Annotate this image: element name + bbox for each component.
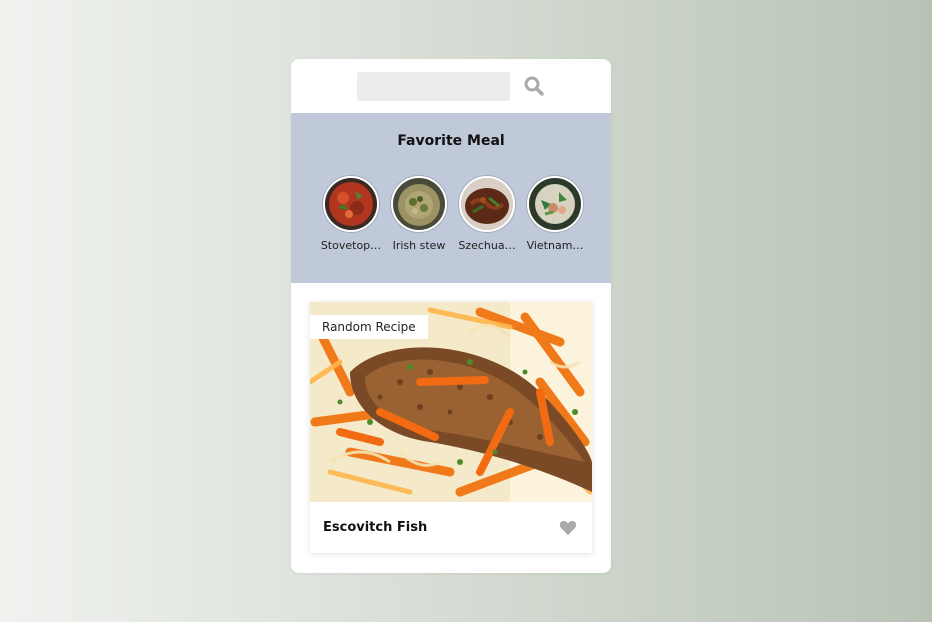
- heart-icon: [559, 520, 577, 535]
- search-input[interactable]: [356, 71, 510, 101]
- meal-app: Favorite Meal Stovetop… Irish stew Szech…: [291, 59, 611, 573]
- meal-thumbnail: [527, 176, 583, 232]
- favorite-item-label: Stovetop…: [320, 239, 382, 252]
- card-footer: Escovitch Fish: [310, 502, 592, 553]
- meal-thumbnail: [323, 176, 379, 232]
- meal-name: Escovitch Fish: [323, 520, 428, 535]
- favorite-item-stovetop[interactable]: Stovetop…: [319, 176, 383, 252]
- favorite-item-label: Vietnam…: [526, 239, 584, 252]
- random-recipe-card[interactable]: Random Recipe Escovitch Fish: [310, 302, 592, 553]
- header: [291, 59, 611, 113]
- favorite-item-label: Szechua…: [458, 239, 516, 252]
- random-recipe-badge: Random Recipe: [310, 315, 428, 339]
- favorite-button[interactable]: [558, 518, 578, 538]
- search-icon: [524, 76, 544, 96]
- favorites-title: Favorite Meal: [397, 133, 505, 149]
- favorite-meals-section: Favorite Meal Stovetop… Irish stew Szech…: [291, 113, 611, 283]
- favorite-item-irish-stew[interactable]: Irish stew: [387, 176, 451, 252]
- favorites-list: Stovetop… Irish stew Szechua… Vietnam…: [319, 176, 587, 252]
- favorite-item-vietnamese[interactable]: Vietnam…: [523, 176, 587, 252]
- favorite-item-label: Irish stew: [392, 239, 446, 252]
- search-button[interactable]: [522, 74, 546, 98]
- favorite-item-szechuan[interactable]: Szechua…: [455, 176, 519, 252]
- meal-thumbnail: [391, 176, 447, 232]
- meal-image: Random Recipe: [310, 302, 592, 502]
- meal-thumbnail: [459, 176, 515, 232]
